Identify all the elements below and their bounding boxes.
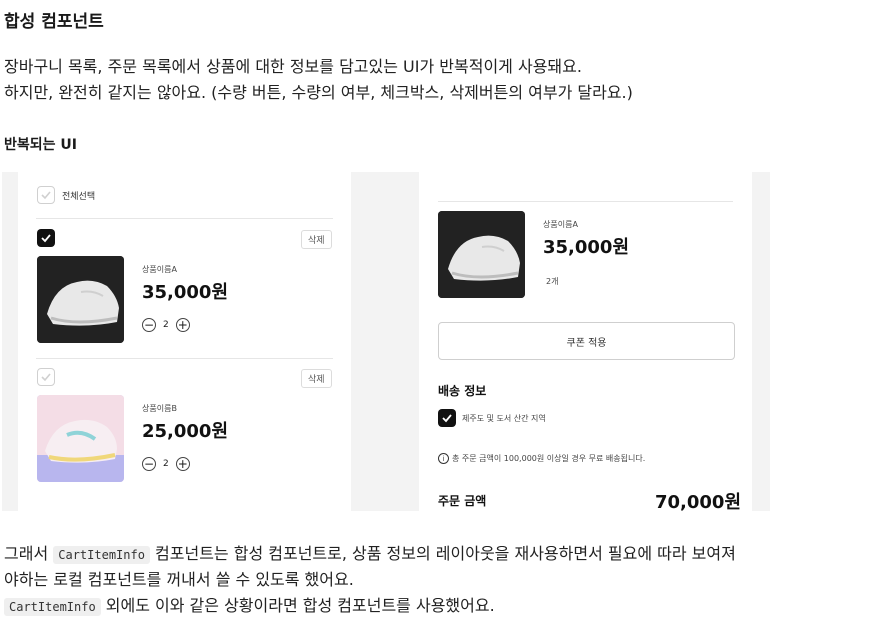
shipping-option-checkbox[interactable] [438, 409, 456, 427]
divider [36, 218, 333, 219]
code-cartiteminfo: CartItemInfo [4, 598, 101, 616]
order-screenshot: 상품이름A 35,000원 2개 쿠폰 적용 배송 정보 제주도 및 도서 산간… [351, 172, 770, 511]
footer-line-1-post: 컴포넌트는 합성 컴포넌트로, 상품 정보의 레이아웃을 재사용하면서 필요에 … [149, 544, 736, 563]
item-b-thumbnail [37, 395, 124, 482]
item-a-price: 35,000원 [142, 282, 229, 303]
order-item-name: 상품이름A [543, 220, 578, 229]
item-b-name: 상품이름B [142, 404, 177, 413]
notice-text: 총 주문 금액이 100,000원 이상일 경우 무료 배송됩니다. [452, 454, 646, 463]
shipping-option-label: 제주도 및 도서 산간 지역 [462, 414, 546, 423]
free-shipping-notice: i총 주문 금액이 100,000원 이상일 경우 무료 배송됩니다. [438, 453, 645, 464]
item-a-name: 상품이름A [142, 265, 177, 274]
item-b-delete-button[interactable]: 삭제 [301, 369, 332, 388]
section-heading: 반복되는 UI [4, 137, 77, 153]
item-a-quantity-stepper[interactable]: − 2 + [142, 318, 190, 332]
select-all-label: 전체선택 [62, 192, 96, 202]
total-label: 주문 금액 [438, 494, 487, 508]
code-cartiteminfo: CartItemInfo [53, 546, 150, 564]
cart-card: 전체선택 삭제 상품이름A 35,000원 − 2 + 삭제 상품이름B 25,… [18, 172, 351, 511]
plus-icon[interactable]: + [175, 457, 190, 471]
check-icon [442, 414, 452, 423]
total-value: 70,000원 [655, 492, 742, 511]
item-a-thumbnail [37, 256, 124, 343]
sneaker-image [37, 395, 124, 482]
divider [438, 201, 733, 202]
item-b-checkbox[interactable] [37, 368, 55, 386]
cart-screenshot: 전체선택 삭제 상품이름A 35,000원 − 2 + 삭제 상품이름B 25,… [2, 172, 351, 511]
plus-icon[interactable]: + [175, 318, 190, 332]
item-b-quantity-stepper[interactable]: − 2 + [142, 457, 190, 471]
minus-icon[interactable]: − [142, 318, 156, 332]
item-a-checkbox[interactable] [37, 229, 55, 247]
sneaker-image [438, 211, 525, 298]
divider [36, 358, 333, 359]
info-icon: i [438, 453, 449, 464]
footer-line-1: 그래서 CartItemInfo 컴포넌트는 합성 컴포넌트로, 상품 정보의 … [4, 540, 736, 564]
check-icon [41, 191, 51, 200]
footer-line-1-pre: 그래서 [4, 544, 54, 563]
sneaker-image [37, 256, 124, 343]
page-title: 합성 컴포넌트 [4, 12, 104, 32]
footer-line-3-post: 외에도 이와 같은 상황이라면 합성 컴포넌트를 사용했어요. [100, 596, 495, 615]
shipping-title: 배송 정보 [438, 384, 487, 398]
order-card: 상품이름A 35,000원 2개 쿠폰 적용 배송 정보 제주도 및 도서 산간… [419, 172, 752, 511]
intro-line-1: 장바구니 목록, 주문 목록에서 상품에 대한 정보를 담고있는 UI가 반복적… [4, 57, 582, 76]
footer-line-3: CartItemInfo 외에도 이와 같은 상황이라면 합성 컴포넌트를 사용… [4, 592, 495, 616]
select-all-checkbox[interactable] [37, 186, 55, 204]
check-icon [41, 373, 51, 382]
order-item-qty: 2개 [546, 277, 559, 286]
order-item-thumbnail [438, 211, 525, 298]
item-a-delete-button[interactable]: 삭제 [301, 230, 332, 249]
footer-line-2: 야하는 로컬 컴포넌트를 꺼내서 쓸 수 있도록 했어요. [4, 570, 354, 589]
item-b-qty: 2 [163, 459, 169, 469]
intro-line-2: 하지만, 완전히 같지는 않아요. (수량 버튼, 수량의 여부, 체크박스, … [4, 83, 633, 102]
item-b-price: 25,000원 [142, 421, 229, 442]
minus-icon[interactable]: − [142, 457, 156, 471]
coupon-apply-button[interactable]: 쿠폰 적용 [438, 322, 735, 360]
check-icon [41, 234, 51, 243]
item-a-qty: 2 [163, 320, 169, 330]
order-item-price: 35,000원 [543, 237, 630, 258]
